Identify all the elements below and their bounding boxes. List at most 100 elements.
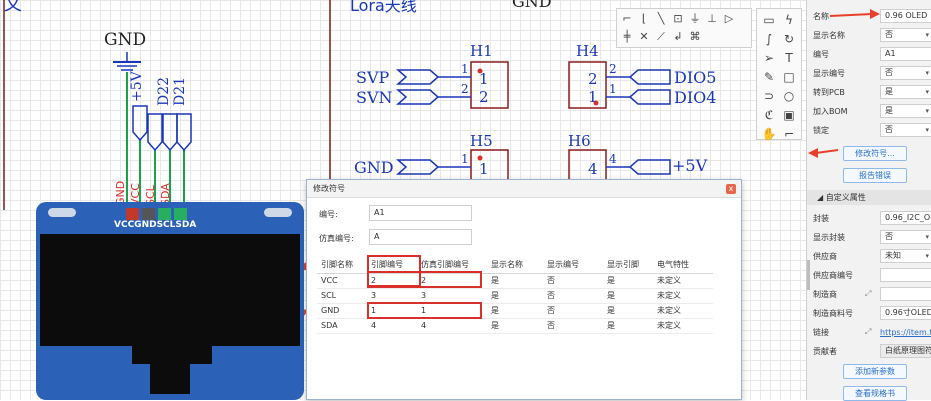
dio5-label: DIO5 (674, 68, 717, 87)
sim-designator-input[interactable]: A (369, 229, 472, 245)
report-error-button[interactable]: 报告错误 (843, 168, 907, 183)
text-icon[interactable]: T (779, 50, 799, 67)
rotate-icon[interactable]: ↻ (779, 31, 799, 48)
external-link-icon[interactable]: ⤢ (865, 327, 871, 337)
annotation-arrow-modify (808, 148, 839, 158)
netport-icon[interactable]: ▷ (723, 12, 735, 26)
annotation-arrow-name (829, 9, 880, 19)
oled-module-image (36, 202, 304, 400)
prop-row-manufacturer: 制造商 ⤢ (813, 286, 931, 302)
h1-pin-num: 1 (461, 62, 469, 76)
no-connect-icon[interactable]: ✕ (638, 30, 650, 44)
pan-icon[interactable]: ✋ (759, 126, 779, 143)
custom-attributes-section[interactable]: ◢ 自定义属性 (807, 190, 931, 205)
h6-pin-num: 4 (609, 152, 617, 166)
prop-bom-select[interactable]: 是 (880, 104, 931, 118)
bezier-icon[interactable]: ⊃ (759, 88, 779, 105)
prop-row-bom: 加入BOM 是 (813, 103, 931, 119)
h5-pin-label: 1 (479, 160, 489, 178)
table-row[interactable]: SCL 3 3 是 否 是 未定义 (317, 288, 713, 304)
h5-designator: H5 (470, 132, 493, 150)
prop-manufacturer-input[interactable] (880, 287, 931, 301)
h4-pin-label: 1 (588, 88, 598, 106)
top-left-text: 文 (4, 0, 22, 15)
h4-designator: H4 (576, 42, 599, 60)
shape-toolbar: ▭ ϟ ∫ ↻ ➢ T ✎ □ ⊃ ○ ℭ ▣ ✋ ⌐ (756, 8, 802, 143)
pencil-icon[interactable]: ✎ (759, 69, 779, 86)
collapse-triangle-icon: ◢ (817, 193, 826, 202)
p5v-right-label: +5V (672, 156, 708, 175)
net-label-5v: +5V (129, 71, 145, 102)
power-icon[interactable]: ⊥ (706, 12, 718, 26)
prop-row-link: 链接 ⤢ https://item.taob (813, 327, 931, 337)
modify-symbol-button[interactable]: 修改符号... (843, 146, 907, 161)
junction-icon[interactable]: ╪ (621, 30, 633, 44)
rect-select-icon[interactable]: ▭ (759, 12, 779, 29)
arc-icon[interactable]: ∫ (759, 31, 779, 48)
oled-module[interactable]: VCCGNDSCLSDA (36, 200, 304, 400)
h4-pin-num: 2 (609, 62, 617, 76)
prop-row-footprint: 封装 0.96_I2C_OL (813, 210, 931, 226)
prop-show-designator-select[interactable]: 否 (880, 66, 931, 80)
circle-icon[interactable]: ○ (779, 88, 799, 105)
gnd-icon[interactable]: ⏚ (689, 12, 701, 26)
sim-designator-label: 仿真编号: (319, 234, 354, 243)
external-link-icon[interactable]: ⤢ (865, 289, 871, 299)
prop-row-to-pcb: 转到PCB 是 (813, 84, 931, 100)
corner-icon[interactable]: ⌐ (779, 126, 799, 143)
prop-link[interactable]: https://item.taob (880, 328, 931, 337)
dialog-close-button[interactable]: x (726, 184, 736, 194)
h5-pin-num: 1 (461, 152, 469, 166)
prop-footprint-input[interactable]: 0.96_I2C_OL (880, 211, 931, 225)
prop-row-contributor: 贡献者 白纸原理图符 (813, 343, 931, 359)
bus-icon[interactable]: ⌊ (638, 12, 650, 26)
view-datasheet-button[interactable]: 查看规格书 (843, 386, 907, 401)
prop-lock-select[interactable]: 否 (880, 123, 931, 137)
prop-to-pcb-select[interactable]: 是 (880, 85, 931, 99)
netlabel-icon[interactable]: ⊡ (672, 12, 684, 26)
prop-supplier-select[interactable]: 未知 (880, 249, 931, 263)
svp-label: SVP (356, 68, 390, 87)
prop-show-footprint-select[interactable]: 否 (880, 230, 931, 244)
h4-pin-num: 1 (609, 82, 617, 96)
net-label-d22: D22 (156, 76, 172, 106)
table-row[interactable]: SDA 4 4 是 否 是 未定义 (317, 318, 713, 334)
prop-supplier-no-input[interactable] (880, 268, 931, 282)
h6-pin-label: 4 (588, 160, 598, 178)
arrow-icon[interactable]: ➢ (759, 50, 779, 67)
highlight-gnd-pins (367, 302, 482, 319)
rectangle-icon[interactable]: □ (779, 69, 799, 86)
prop-show-name-select[interactable]: 否 (880, 28, 931, 42)
gnd-net-label: GND (104, 30, 147, 50)
top-gnd-label: GND (512, 0, 552, 11)
image-icon[interactable]: ⌘ (689, 30, 701, 44)
pin-icon[interactable]: ⟋ (655, 30, 667, 44)
oled-silkscreen: VCCGNDSCLSDA (114, 220, 197, 230)
h1-pin-label: 1 (479, 70, 489, 88)
dialog-title[interactable]: 修改符号 (307, 180, 741, 198)
wire-icon[interactable]: ⌐ (621, 12, 633, 26)
designator-label: 编号: (319, 210, 338, 219)
h6-designator: H6 (568, 132, 591, 150)
highlight-vcc-pins (367, 271, 482, 288)
picture-icon[interactable]: ▣ (779, 107, 799, 124)
prop-designator-input[interactable]: A1 (880, 47, 931, 61)
line-icon[interactable]: ╲ (655, 12, 667, 26)
gnd-mid-label: GND (354, 158, 394, 177)
bus-entry-icon[interactable]: ↲ (672, 30, 684, 44)
prop-mpn-input[interactable]: 0.96寸OLED| (880, 306, 931, 320)
modify-symbol-dialog: 修改符号 x 编号: A1 仿真编号: A 引脚名称 引脚编号 仿真引脚编号 显… (306, 179, 742, 400)
properties-panel: 名称 0.96 OLED 显示名称 否 编号 A1 显示编号 否 转到PCB 是… (806, 0, 931, 401)
add-parameter-button[interactable]: 添加新参数 (843, 364, 907, 379)
prop-row-lock: 锁定 否 (813, 122, 931, 138)
panel-resize-handle[interactable] (807, 260, 810, 290)
svn-label: SVN (356, 88, 393, 107)
arc2-icon[interactable]: ℭ (759, 107, 779, 124)
prop-contributor-input[interactable]: 白纸原理图符 (880, 344, 931, 358)
prop-name-input[interactable]: 0.96 OLED (880, 9, 931, 23)
h1-pin-num: 2 (461, 82, 469, 96)
polyline-icon[interactable]: ϟ (779, 12, 799, 29)
h1-designator: H1 (470, 42, 493, 60)
prop-row-supplier-no: 供应商编号 (813, 267, 931, 283)
designator-input[interactable]: A1 (369, 205, 472, 221)
